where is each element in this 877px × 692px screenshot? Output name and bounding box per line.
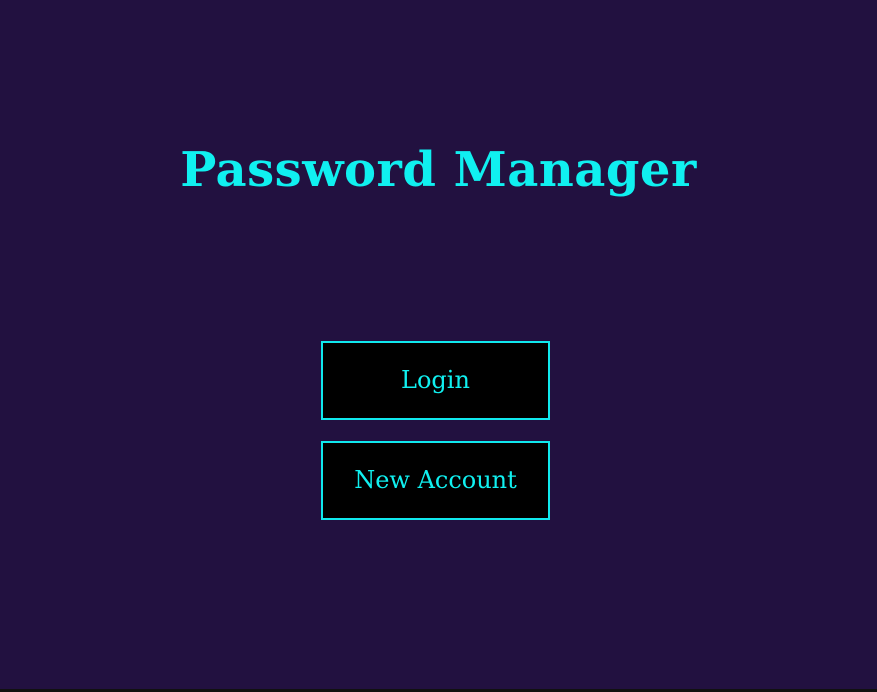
login-button[interactable]: Login [321, 341, 550, 420]
page-title: Password Manager [180, 142, 697, 198]
new-account-button[interactable]: New Account [321, 441, 550, 520]
